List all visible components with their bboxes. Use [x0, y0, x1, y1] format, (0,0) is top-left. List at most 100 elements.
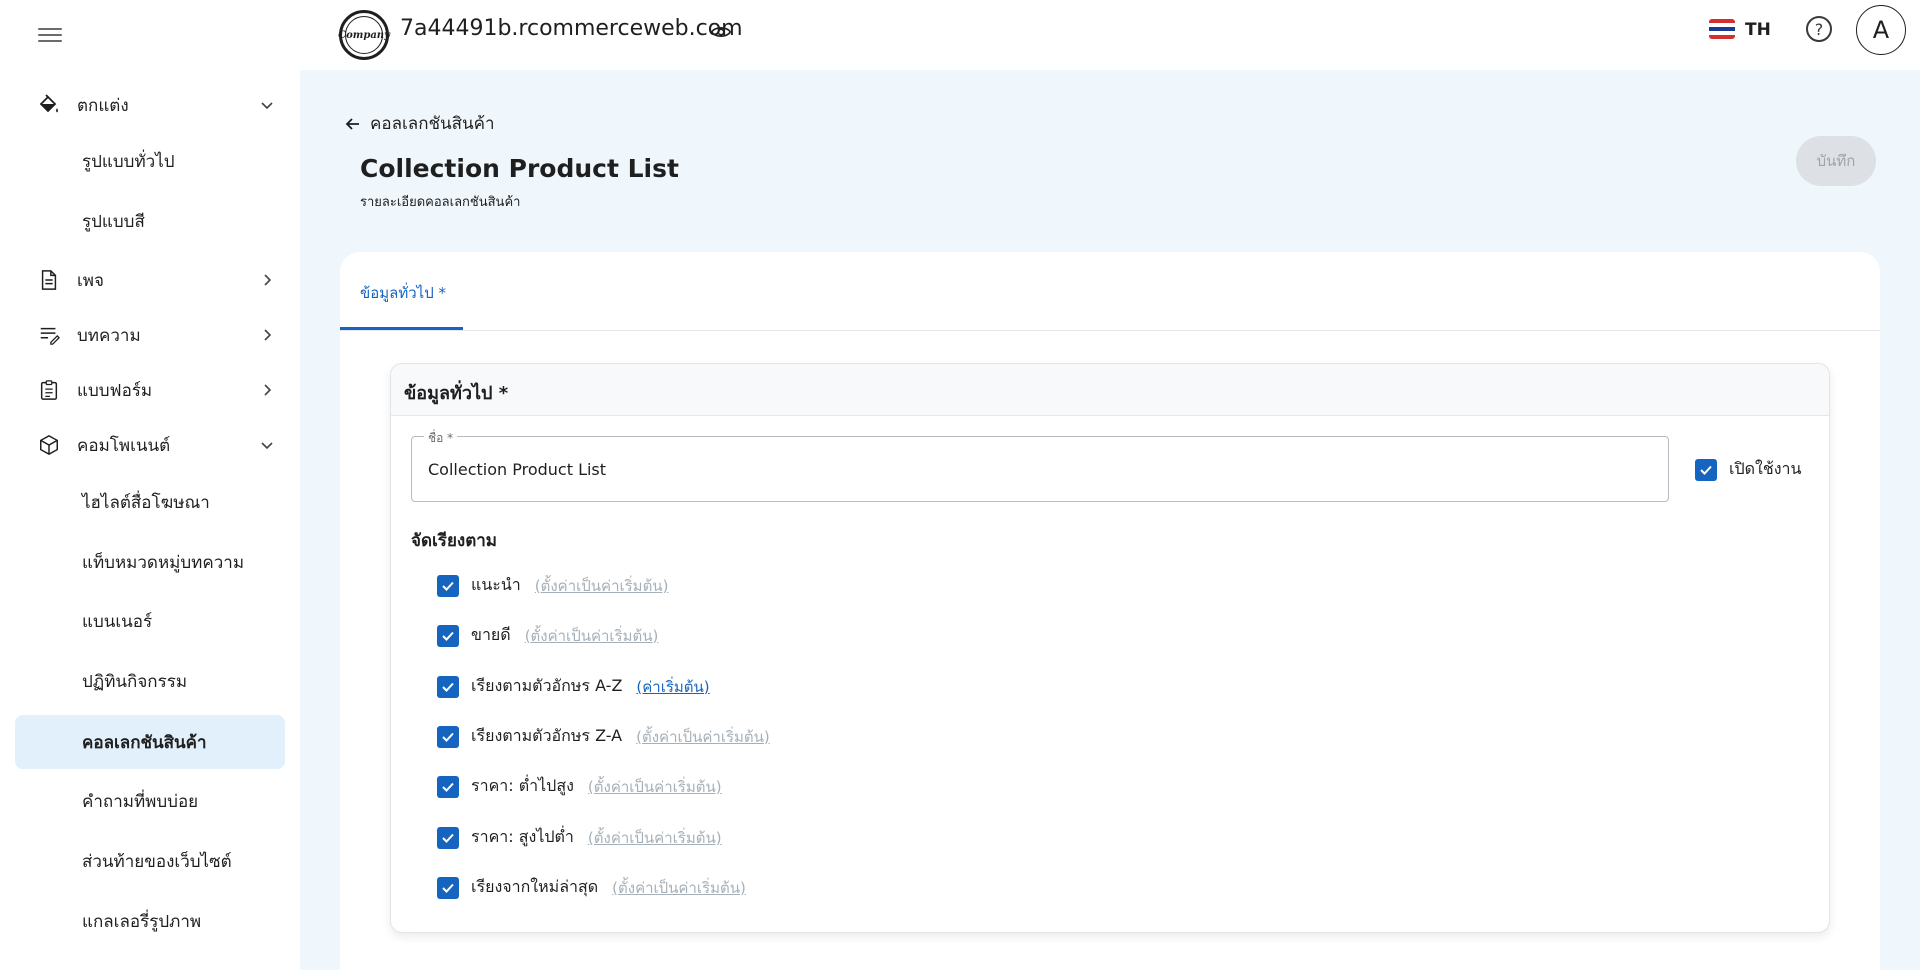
sidebar-item-label: แบนเนอร์: [82, 611, 153, 632]
sort-by-title: จัดเรียงตาม: [411, 531, 497, 551]
page-subtitle: รายละเอียดคอลเลกชันสินค้า: [360, 195, 521, 210]
sidebar-item-articles[interactable]: บทความ: [0, 307, 300, 363]
sort-option-label: ราคา: ต่ำไปสูง: [471, 776, 574, 795]
general-info-section: ข้อมูลทั่วไป * ชื่อ * เปิดใช้งาน จัดเรีย…: [390, 363, 1830, 933]
logo-text: Company: [338, 16, 390, 54]
sort-checkbox[interactable]: [437, 574, 459, 597]
sidebar-item-general-style[interactable]: รูปแบบทั่วไป: [15, 134, 285, 188]
set-default-link[interactable]: (ตั้งค่าเป็นค่าเริ่มต้น): [588, 826, 722, 850]
paint-bucket-icon: [37, 93, 61, 117]
arrow-left-icon: [345, 117, 359, 130]
sidebar-item-decorate[interactable]: ตกแต่ง: [0, 77, 300, 133]
sidebar-item-components[interactable]: คอมโพเนนต์: [0, 417, 300, 473]
sort-option-newest: เรียงจากใหม่ล่าสุด (ตั้งค่าเป็นค่าเริ่มต…: [437, 875, 746, 900]
sidebar-item-product-collection[interactable]: คอลเลกชันสินค้า: [15, 715, 285, 769]
sort-checkbox[interactable]: [437, 775, 459, 798]
save-button[interactable]: บันทึก: [1796, 136, 1876, 186]
chevron-right-icon: [264, 384, 272, 396]
sort-option-label: แนะนำ: [471, 575, 521, 594]
tab-general-info[interactable]: ข้อมูลทั่วไป *: [340, 252, 463, 330]
chevron-down-icon: [261, 442, 273, 450]
chevron-right-icon: [264, 274, 272, 286]
sidebar-item-label: ส่วนท้ายของเว็บไซต์: [82, 851, 232, 872]
help-icon[interactable]: ?: [1806, 16, 1832, 42]
page-icon: [37, 268, 61, 292]
form-icon: [37, 378, 61, 402]
check-icon: [442, 732, 454, 742]
sort-checkbox[interactable]: [437, 826, 459, 849]
sort-option-label: ราคา: สูงไปต่ำ: [471, 827, 574, 846]
sidebar-item-website-footer[interactable]: ส่วนท้ายของเว็บไซต์: [15, 834, 285, 888]
set-default-link[interactable]: (ตั้งค่าเป็นค่าเริ่มต้น): [535, 574, 669, 598]
sidebar-item-label: รูปแบบสี: [82, 211, 145, 232]
enable-label: เปิดใช้งาน: [1729, 459, 1802, 478]
sidebar-item-forms[interactable]: แบบฟอร์ม: [0, 362, 300, 418]
check-icon: [442, 682, 454, 692]
sort-checkbox[interactable]: [437, 624, 459, 647]
avatar[interactable]: A: [1856, 5, 1906, 55]
sidebar-item-label: ปฏิทินกิจกรรม: [82, 671, 188, 692]
sort-option-label: เรียงตามตัวอักษร Z-A: [471, 726, 623, 745]
sidebar-item-label: ไฮไลต์สื่อโฆษณา: [82, 492, 210, 513]
default-indicator-link[interactable]: (ค่าเริ่มต้น): [636, 675, 709, 699]
back-link[interactable]: คอลเลกชันสินค้า: [344, 110, 495, 137]
enable-checkbox[interactable]: [1695, 458, 1717, 481]
sort-option-label: เรียงตามตัวอักษร A-Z: [471, 676, 623, 695]
sidebar-item-label: เพจ: [77, 270, 104, 291]
set-default-link[interactable]: (ตั้งค่าเป็นค่าเริ่มต้น): [525, 624, 659, 648]
sidebar-item-faq[interactable]: คำถามที่พบบ่อย: [15, 774, 285, 828]
sidebar: ตกแต่ง รูปแบบทั่วไป รูปแบบสี เพจ บทความ …: [0, 0, 300, 970]
set-default-link[interactable]: (ตั้งค่าเป็นค่าเริ่มต้น): [636, 725, 770, 749]
check-icon: [442, 782, 454, 792]
name-input[interactable]: [428, 457, 1648, 481]
top-bar: Company 7a44491b.rcommerceweb.com TH ? A: [300, 0, 1920, 70]
check-icon: [442, 883, 454, 893]
site-url: 7a44491b.rcommerceweb.com: [400, 16, 743, 41]
tab-divider: [340, 330, 1880, 331]
set-default-link[interactable]: (ตั้งค่าเป็นค่าเริ่มต้น): [612, 876, 746, 900]
sidebar-item-label: คอลเลกชันสินค้า: [82, 732, 207, 753]
sort-option-recommended: แนะนำ (ตั้งค่าเป็นค่าเริ่มต้น): [437, 573, 668, 598]
sort-checkbox[interactable]: [437, 675, 459, 698]
chevron-right-icon: [264, 329, 272, 341]
page-title: Collection Product List: [360, 154, 679, 183]
check-icon: [442, 581, 454, 591]
sidebar-item-media-highlight[interactable]: ไฮไลต์สื่อโฆษณา: [15, 475, 285, 529]
cube-icon: [37, 433, 61, 457]
company-logo: Company: [338, 10, 390, 60]
sort-option-alpha-az: เรียงตามตัวอักษร A-Z (ค่าเริ่มต้น): [437, 674, 710, 699]
sidebar-item-banner[interactable]: แบนเนอร์: [15, 594, 285, 648]
check-icon: [442, 833, 454, 843]
sidebar-item-pages[interactable]: เพจ: [0, 252, 300, 308]
sidebar-item-color-style[interactable]: รูปแบบสี: [15, 194, 285, 248]
section-header: ข้อมูลทั่วไป *: [391, 364, 1829, 416]
sidebar-item-label: แบบฟอร์ม: [77, 380, 153, 401]
sidebar-item-image-gallery[interactable]: แกลเลอรี่รูปภาพ: [15, 894, 285, 948]
sidebar-item-label: แกลเลอรี่รูปภาพ: [82, 911, 202, 932]
sort-option-alpha-za: เรียงตามตัวอักษร Z-A (ตั้งค่าเป็นค่าเริ่…: [437, 724, 770, 749]
sort-checkbox[interactable]: [437, 725, 459, 748]
sidebar-item-article-category-tabs[interactable]: แท็บหมวดหมู่บทความ: [15, 535, 285, 589]
set-default-link[interactable]: (ตั้งค่าเป็นค่าเริ่มต้น): [588, 775, 722, 799]
sidebar-item-label: คำถามที่พบบ่อย: [82, 791, 199, 812]
thailand-flag-icon[interactable]: [1709, 19, 1735, 39]
sort-checkbox[interactable]: [437, 876, 459, 899]
sort-option-label: เรียงจากใหม่ล่าสุด: [471, 877, 599, 896]
tab-label: ข้อมูลทั่วไป *: [360, 284, 446, 302]
back-link-label: คอลเลกชันสินค้า: [370, 114, 495, 134]
sidebar-item-label: รูปแบบทั่วไป: [82, 151, 175, 172]
check-icon: [1700, 465, 1712, 475]
enable-toggle[interactable]: เปิดใช้งาน: [1695, 457, 1801, 482]
sidebar-item-event-calendar[interactable]: ปฏิทินกิจกรรม: [15, 654, 285, 708]
language-selector[interactable]: TH: [1745, 20, 1771, 40]
eye-icon[interactable]: [710, 21, 732, 43]
name-field: ชื่อ *: [411, 429, 1669, 502]
sidebar-item-label: คอมโพเนนต์: [77, 435, 171, 456]
name-field-label: ชื่อ *: [424, 429, 458, 448]
chevron-down-icon: [261, 102, 273, 110]
sort-option-price-low-high: ราคา: ต่ำไปสูง (ตั้งค่าเป็นค่าเริ่มต้น): [437, 774, 722, 799]
sidebar-item-label: แท็บหมวดหมู่บทความ: [82, 552, 245, 573]
main-card: ข้อมูลทั่วไป * ข้อมูลทั่วไป * ชื่อ * เปิ…: [340, 252, 1880, 970]
menu-icon[interactable]: [38, 24, 62, 48]
check-icon: [442, 631, 454, 641]
